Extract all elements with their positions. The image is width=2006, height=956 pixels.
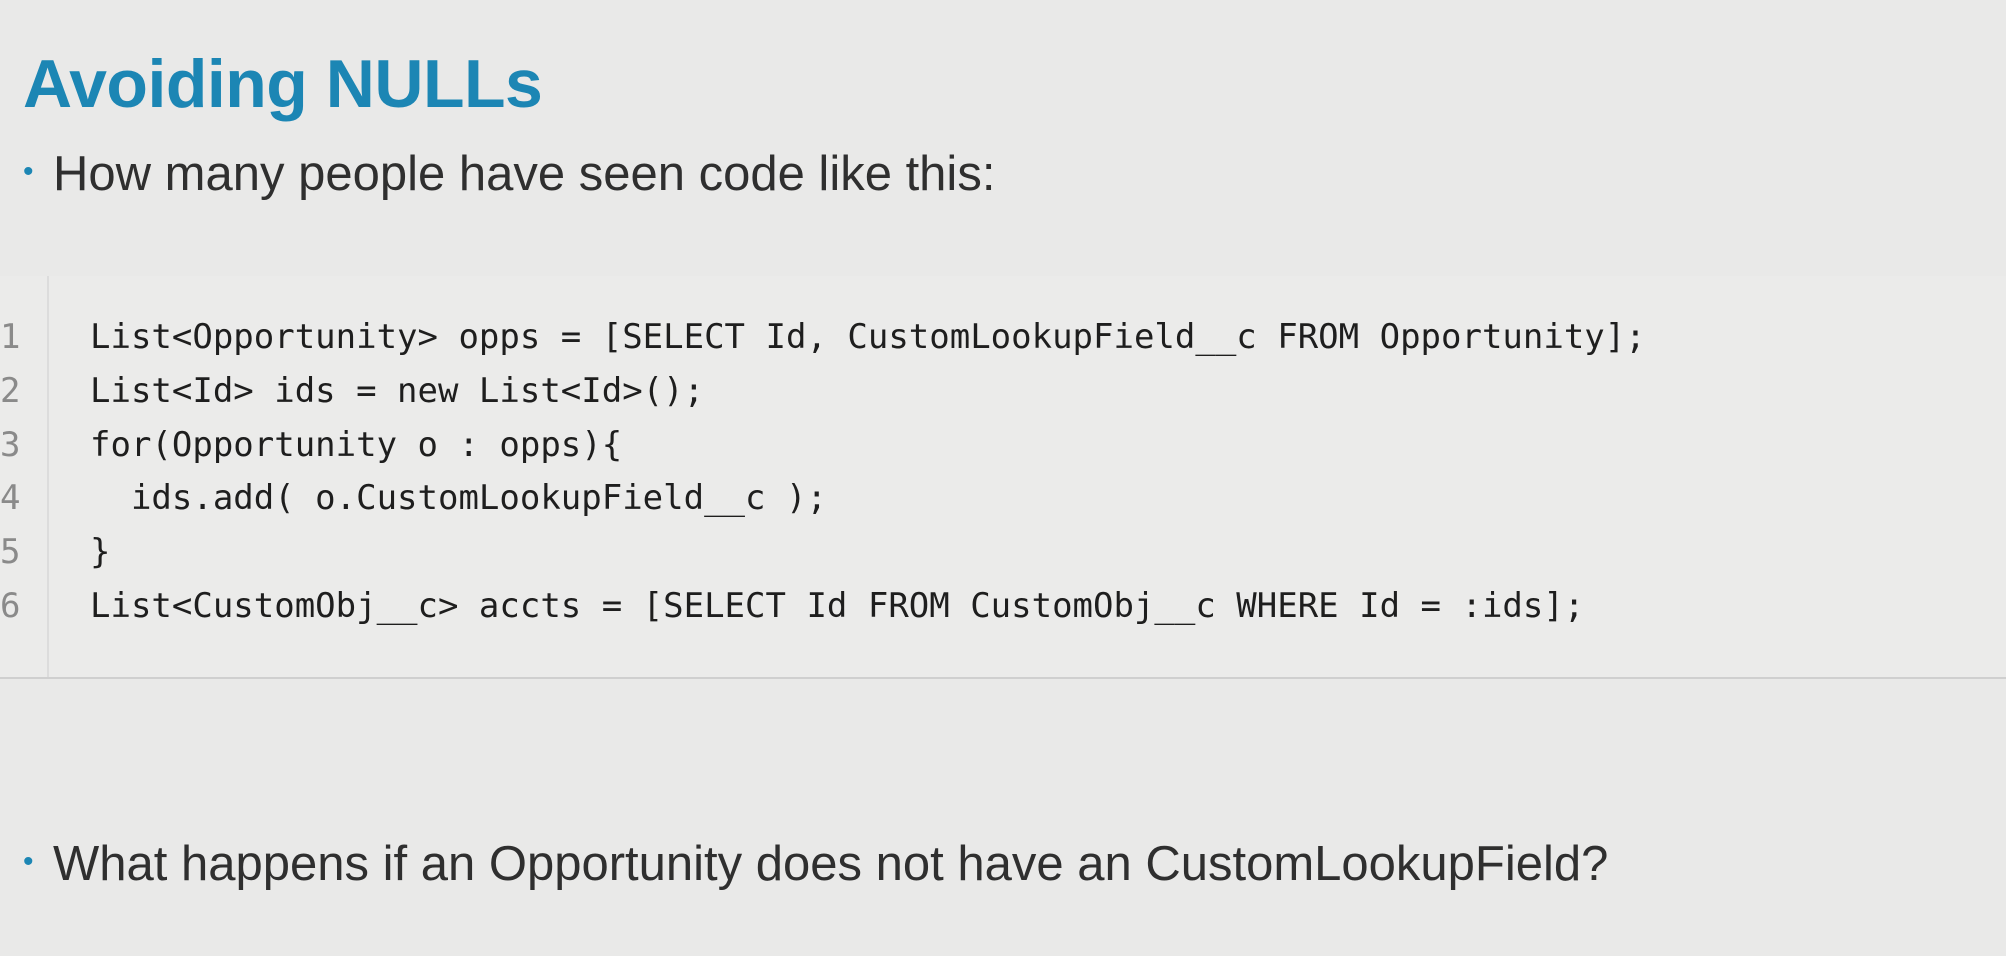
bullet-dot-icon: • [23, 845, 34, 878]
bullet-item: • How many people have seen code like th… [23, 144, 995, 204]
code-gutter-divider [47, 276, 49, 677]
bullet-dot-icon: • [23, 155, 34, 188]
line-code: ids.add( o.CustomLookupField__c ); [90, 478, 827, 518]
line-code: for(Opportunity o : opps){ [90, 425, 623, 465]
line-number: 6 [0, 586, 21, 626]
slide: Avoiding NULLs • How many people have se… [0, 0, 2006, 956]
line-number: 3 [0, 425, 21, 465]
line-number: 5 [0, 532, 21, 572]
line-code: } [90, 532, 111, 572]
slide-title: Avoiding NULLs [23, 46, 543, 122]
bullet-text: What happens if an Opportunity does not … [53, 837, 1609, 891]
line-number: 2 [0, 371, 21, 411]
line-number: 1 [0, 317, 21, 357]
bullet-text: How many people have seen code like this… [53, 147, 996, 201]
line-code: List<CustomObj__c> accts = [SELECT Id FR… [90, 586, 1585, 626]
bullet-item: • What happens if an Opportunity does no… [23, 834, 1608, 894]
code-block: 1 List<Opportunity> opps = [SELECT Id, C… [0, 276, 2006, 679]
line-code: List<Opportunity> opps = [SELECT Id, Cus… [90, 317, 1646, 357]
line-code: List<Id> ids = new List<Id>(); [90, 371, 705, 411]
line-number: 4 [0, 478, 21, 518]
